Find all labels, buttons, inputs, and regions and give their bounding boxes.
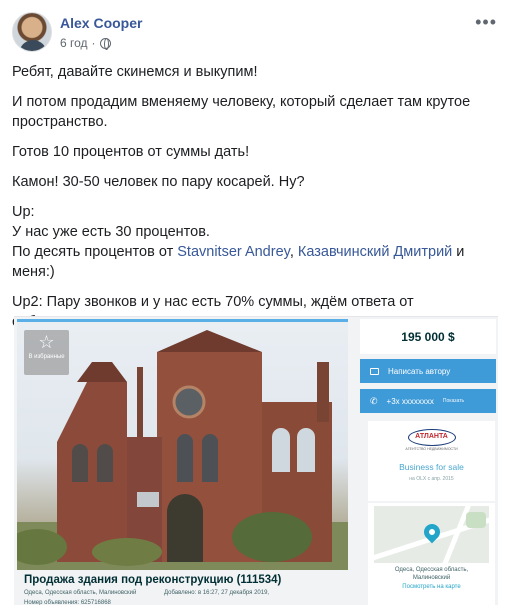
listing-title: Продажа здания под реконструкцию (111534… [24, 574, 282, 586]
globe-icon[interactable] [99, 37, 111, 50]
seller-logo-sub: АГЕНТСТВО НЕДВИЖИМОСТИ [405, 447, 458, 451]
map-address-line1: Одеса, Одесская область, [394, 567, 469, 573]
more-horizontal-icon[interactable]: ••• [475, 12, 497, 33]
post-paragraph: Камон! 30-50 человек по пару косарей. Ну… [12, 174, 305, 190]
author-name[interactable]: Alex Cooper [60, 15, 142, 31]
listing-screenshot[interactable]: ☆ В избранные Продажа здания под реконст… [14, 316, 498, 605]
listing-location: Одеса, Одесская область, Малиновский [24, 590, 137, 596]
post-meta: 6 год · [60, 36, 111, 50]
star-icon: ☆ [38, 332, 55, 352]
post-header: Alex Cooper 6 год · ••• [12, 12, 497, 56]
mention-stavnitser[interactable]: Stavnitser Andrey [177, 244, 290, 260]
post-time[interactable]: 6 год [60, 36, 88, 50]
mention-kazavchinsky[interactable]: Казавчинский Дмитрий [298, 244, 452, 260]
seller-card[interactable]: АТЛАНТА АГЕНТСТВО НЕДВИЖИМОСТИ Business … [368, 421, 495, 501]
avatar[interactable] [12, 12, 52, 52]
seller-since: на OLX с апр. 2015 [409, 476, 454, 482]
seller-name: Business for sale [399, 462, 464, 472]
listing-id: Номер объявления: 625716868 [24, 600, 111, 605]
phone-number: +3x xxxxxxxx [386, 396, 434, 406]
post-up-label: Up: [12, 204, 35, 220]
post-up-line1: У нас уже есть 30 процентов. [12, 224, 210, 240]
phone-show-label: Показать [442, 398, 465, 404]
post-text: Ребят, давайте скинемся и выкупим! И пот… [12, 62, 482, 342]
seller-logo: АТЛАНТА [407, 429, 456, 446]
favorite-label: В избранные [28, 354, 65, 360]
mail-icon [370, 367, 379, 375]
map-address: Одеса, Одесская область, Малиновский [368, 566, 495, 582]
phone-icon: ✆ [370, 395, 378, 406]
map-card: Одеса, Одесская область, Малиновский Пос… [368, 503, 495, 605]
map-address-line2: Малиновский [412, 575, 451, 581]
view-on-map-link[interactable]: Посмотреть на карте [368, 584, 495, 590]
listing-date: Добавлено: в 16:27, 27 декабря 2019, [164, 590, 270, 596]
phone-button[interactable]: ✆ +3x xxxxxxxx Показать [360, 389, 496, 413]
listing-price: 195 000 $ [360, 319, 496, 354]
map-park [466, 512, 486, 528]
post-paragraph: И потом продадим вменяему человеку, кото… [12, 94, 471, 130]
meta-separator: · [91, 36, 96, 50]
mention-comma: , [289, 244, 298, 260]
avatar-shirt [19, 40, 47, 51]
up-line2-start: По десять процентов от [12, 244, 178, 260]
favorite-button[interactable]: ☆ В избранные [24, 330, 69, 375]
post-paragraph: Готов 10 процентов от суммы дать! [12, 144, 250, 160]
post-up-line2: По десять процентов от Stavnitser Andrey… [12, 242, 482, 282]
building-photo: ☆ В избранные [17, 319, 348, 570]
post-paragraph: Ребят, давайте скинемся и выкупим! [12, 64, 258, 80]
message-author-button[interactable]: Написать автору [360, 359, 496, 383]
map-thumbnail[interactable] [374, 506, 489, 563]
message-author-label: Написать автору [388, 366, 451, 376]
